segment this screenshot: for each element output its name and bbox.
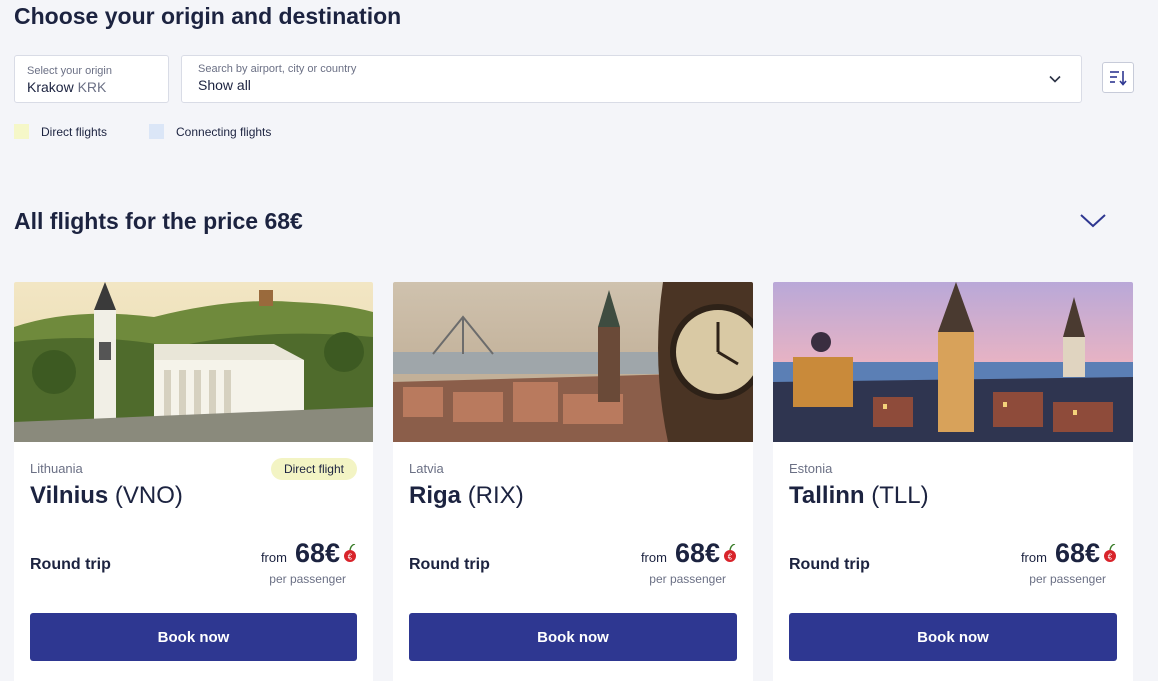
legend-connecting: Connecting flights [149,124,271,139]
direct-flight-badge: Direct flight [270,458,357,480]
destination-card-vilnius[interactable]: Lithuania Direct flight Vilnius (VNO) Ro… [14,282,373,681]
vilnius-cathedral-photo [14,282,373,442]
price-block: from 68€ € per passenger [261,538,357,586]
section-title: All flights for the price 68€ [14,208,303,234]
legend-connecting-label: Connecting flights [176,124,272,139]
book-now-button[interactable]: Book now [789,613,1117,661]
per-passenger-label: per passenger [1029,572,1106,586]
svg-text:€: € [348,553,353,562]
card-city-name: Vilnius [30,482,109,509]
svg-text:€: € [1108,553,1113,562]
destination-value: Show all [198,77,251,93]
card-airport-code: (VNO) [114,482,183,509]
origin-value: Krakow KRK [27,79,156,95]
price-from-label: from [1020,550,1047,565]
book-now-button[interactable]: Book now [409,613,737,661]
card-city-name: Riga [409,482,462,509]
price-from-label: from [260,550,287,565]
chevron-down-icon[interactable] [1047,71,1063,87]
destination-card-tallinn[interactable]: Estonia Tallinn (TLL) Round trip from 68… [773,282,1133,681]
origin-label: Select your origin [27,65,112,77]
page-title: Choose your origin and destination [14,3,402,29]
legend-direct-swatch [14,124,29,139]
card-airport-code: (RIX) [467,482,524,509]
riga-cityscape-photo [393,282,753,442]
card-airport-code: (TLL) [871,482,929,509]
price-amount: 68€ [294,538,340,568]
per-passenger-label: per passenger [269,572,346,586]
origin-code: KRK [77,79,107,95]
sort-button[interactable] [1102,62,1134,93]
card-country: Latvia [409,461,444,476]
legend-direct: Direct flights [14,124,107,139]
sort-descending-icon [1110,70,1127,86]
chevron-down-icon[interactable] [1078,210,1108,232]
per-passenger-label: per passenger [649,572,726,586]
cherry-icon: € [724,544,736,562]
cherry-icon: € [1104,544,1116,562]
tallinn-old-town-photo [773,282,1133,442]
cherry-icon: € [344,544,356,562]
origin-selector[interactable]: Select your origin Krakow KRK [14,55,169,103]
price-block: from 68€ € per passenger [1021,538,1117,586]
card-city: Vilnius (VNO) [30,482,183,510]
legend-connecting-swatch [149,124,164,139]
trip-type: Round trip [30,556,111,573]
trip-type: Round trip [789,556,870,573]
price-amount: 68€ [674,538,720,568]
card-city: Tallinn (TLL) [789,482,929,510]
legend-direct-label: Direct flights [41,124,108,139]
card-country: Estonia [789,461,833,476]
card-country: Lithuania [30,461,83,476]
origin-city: Krakow [27,79,74,95]
svg-text:€: € [728,553,733,562]
book-now-button[interactable]: Book now [30,613,357,661]
price-block: from 68€ € per passenger [641,538,737,586]
trip-type: Round trip [409,556,490,573]
card-city-name: Tallinn [789,482,865,509]
price-from-label: from [640,550,667,565]
destination-selector[interactable]: Search by airport, city or country Show … [181,55,1082,103]
destination-placeholder: Search by airport, city or country [198,63,357,75]
destination-card-riga[interactable]: Latvia Riga (RIX) Round trip from 68€ € … [393,282,753,681]
card-city: Riga (RIX) [409,482,524,510]
price-amount: 68€ [1054,538,1100,568]
